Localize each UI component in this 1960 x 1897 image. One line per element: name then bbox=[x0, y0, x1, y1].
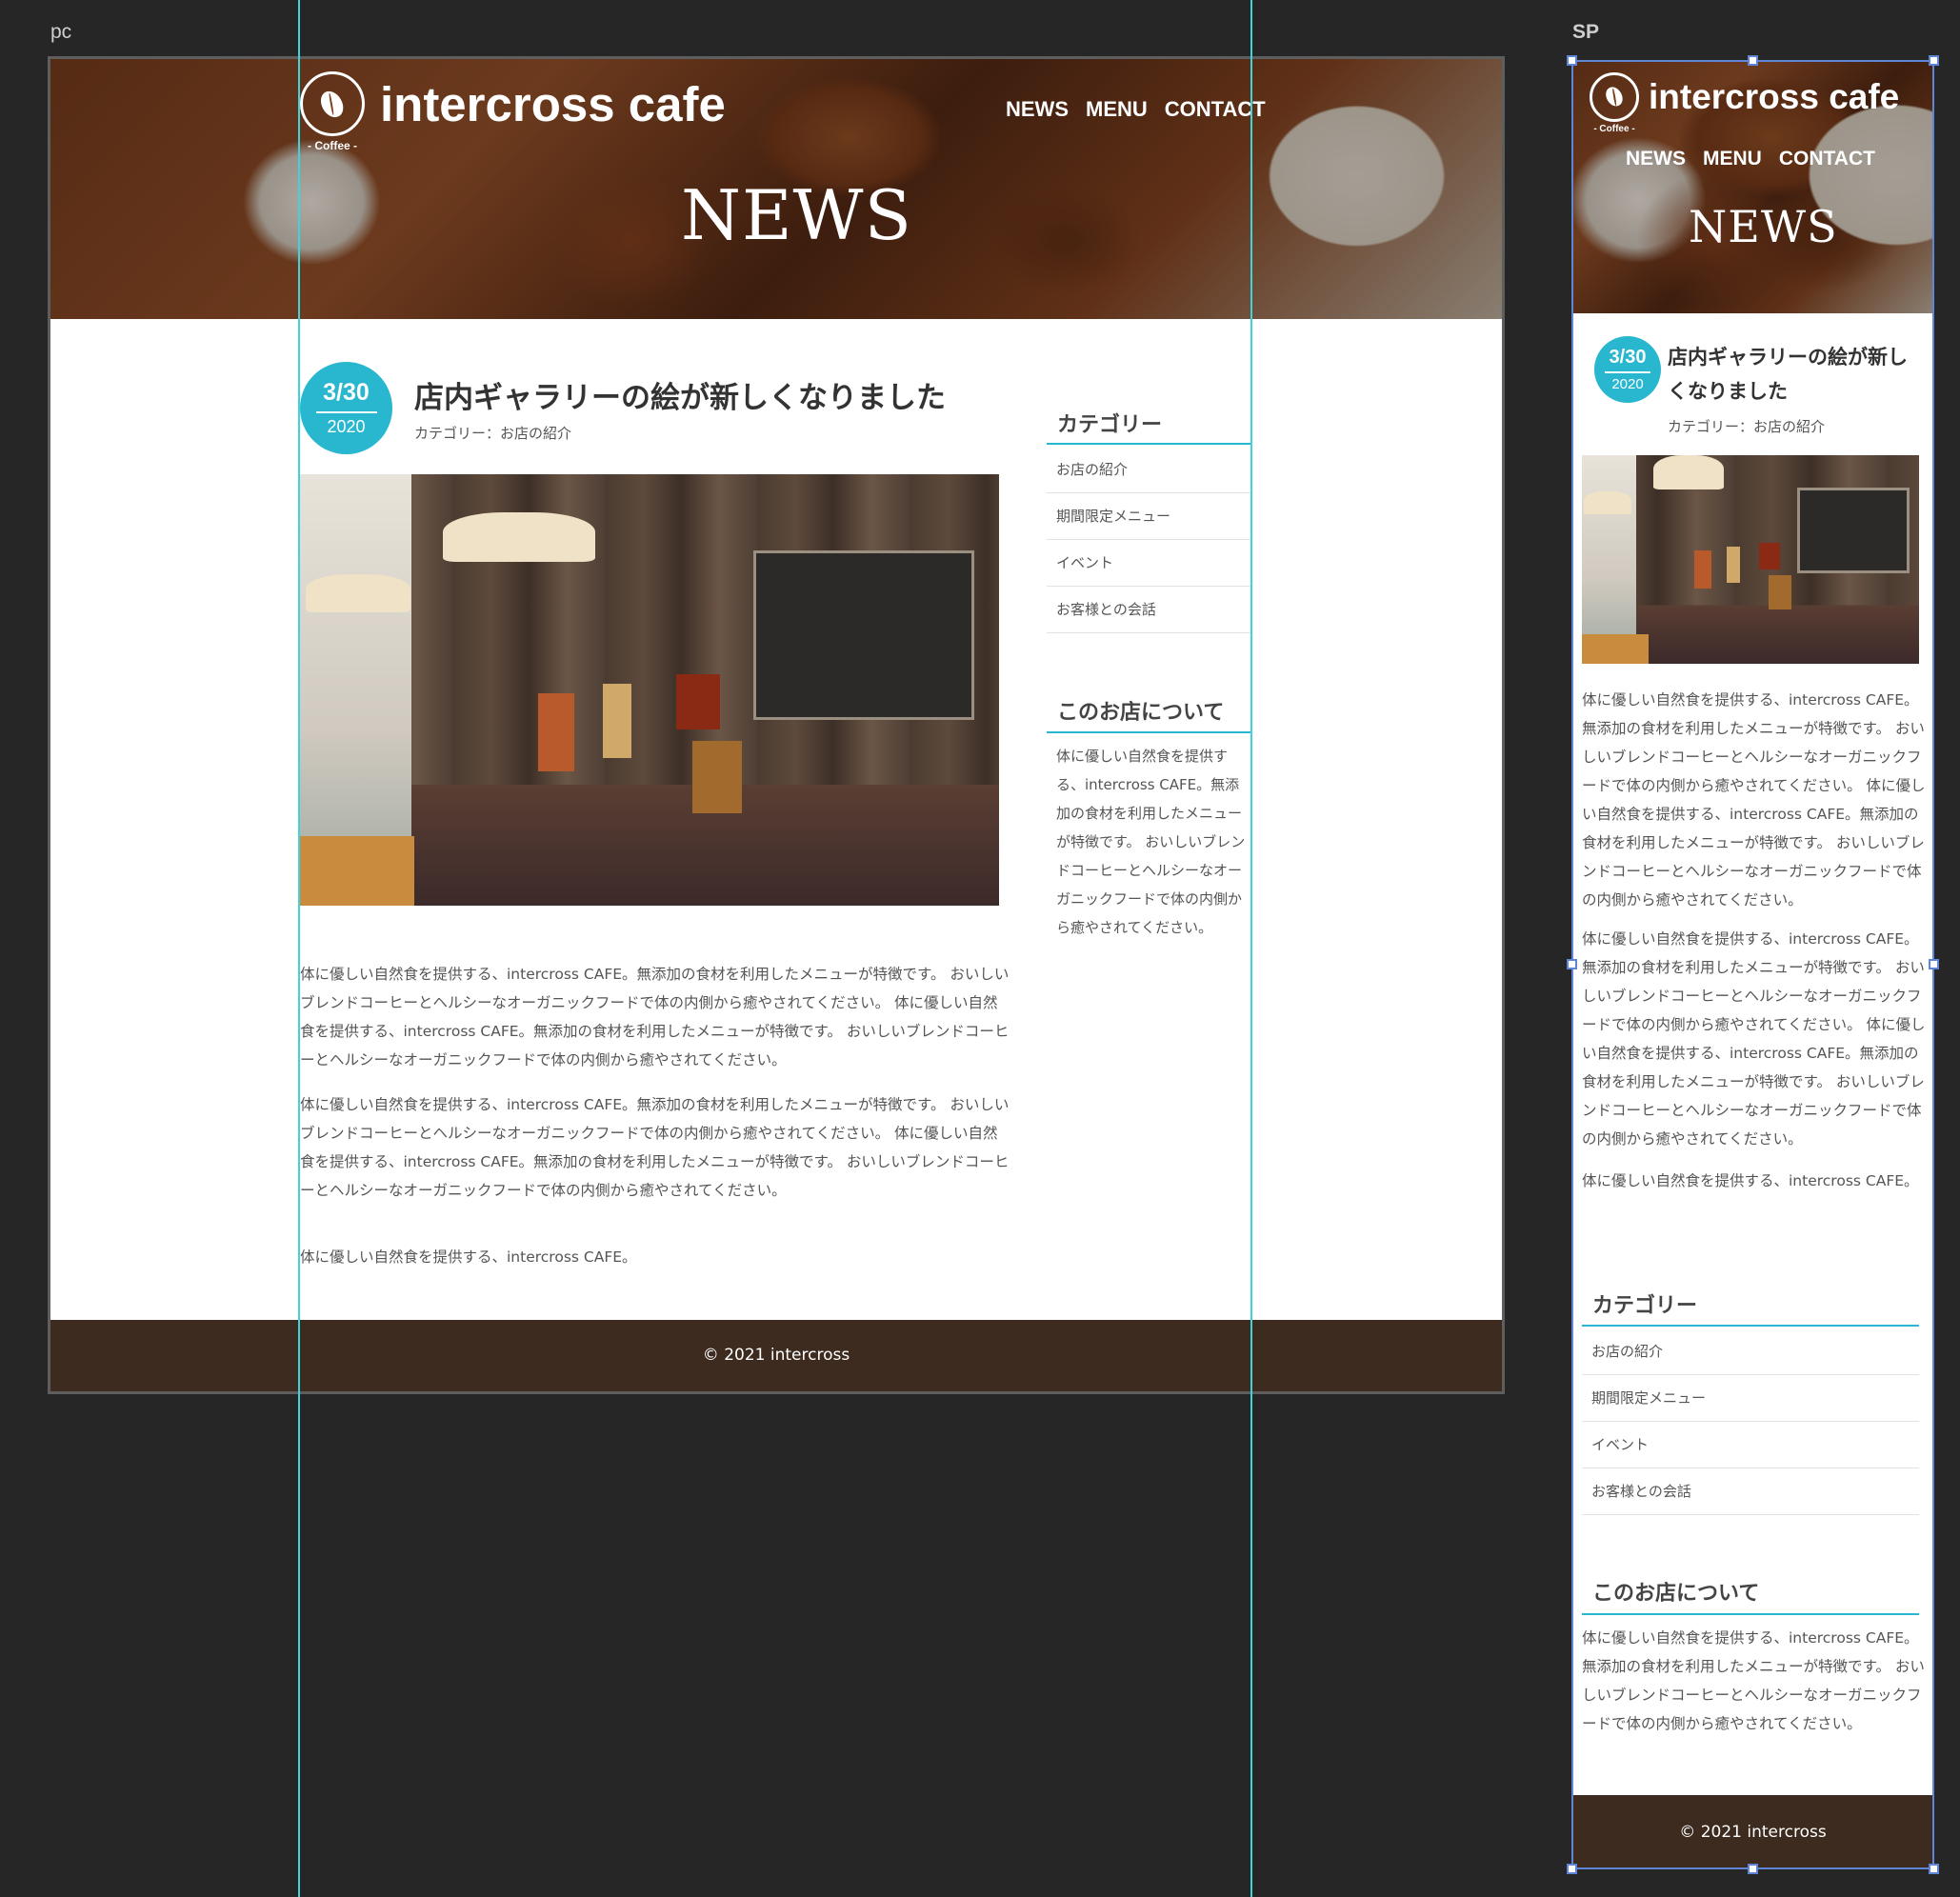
nav-news[interactable]: NEWS bbox=[1626, 148, 1686, 170]
sidebar-item-limited-menu[interactable]: 期間限定メニュー bbox=[1582, 1375, 1919, 1422]
coffee-bean-icon: - Coffee - bbox=[300, 71, 365, 152]
sidebar-category-heading: カテゴリー bbox=[1047, 408, 1252, 445]
layout-guide-left[interactable] bbox=[298, 0, 300, 1897]
site-logo[interactable]: - Coffee - intercross cafe bbox=[300, 71, 726, 152]
post-paragraph: 体に優しい自然食を提供する、intercross CAFE。 bbox=[300, 1248, 637, 1266]
post-title: 店内ギャラリーの絵が新しくなりました bbox=[1668, 345, 1908, 403]
layout-guide-right[interactable] bbox=[1250, 0, 1252, 1897]
sp-frame-label: SP bbox=[1572, 21, 1600, 43]
nav-contact[interactable]: CONTACT bbox=[1779, 148, 1875, 170]
page-title: NEWS bbox=[681, 175, 912, 255]
sidebar-category-list: お店の紹介 期間限定メニュー イベント お客様との会話 bbox=[1582, 1328, 1919, 1515]
date-year: 2020 bbox=[1611, 376, 1644, 392]
resize-handle-middle-right[interactable] bbox=[1929, 959, 1939, 969]
sidebar-about-text: 体に優しい自然食を提供する、intercross CAFE。無添加の食材を利用し… bbox=[1582, 1629, 1925, 1732]
coffee-bean-icon: - Coffee - bbox=[1590, 72, 1639, 134]
resize-handle-top-right[interactable] bbox=[1929, 55, 1939, 66]
date-month-day: 3/30 bbox=[323, 379, 370, 406]
resize-handle-middle-left[interactable] bbox=[1567, 959, 1577, 969]
post-paragraph: 体に優しい自然食を提供する、intercross CAFE。無添加の食材を利用し… bbox=[1582, 691, 1926, 909]
resize-handle-top-center[interactable] bbox=[1748, 55, 1758, 66]
resize-handle-bottom-center[interactable] bbox=[1748, 1864, 1758, 1874]
sp-hero: - Coffee - intercross cafe NEWS MENU CON… bbox=[1573, 62, 1932, 313]
date-badge: 3/30 2020 bbox=[1594, 336, 1661, 403]
sidebar-category-heading: カテゴリー bbox=[1582, 1288, 1919, 1327]
sidebar-item-conversation[interactable]: お客様との会話 bbox=[1047, 587, 1252, 633]
logo-text: intercross cafe bbox=[380, 76, 726, 131]
post-paragraph: 体に優しい自然食を提供する、intercross CAFE。無添加の食材を利用し… bbox=[1582, 930, 1926, 1148]
global-nav: NEWS MENU CONTACT bbox=[1626, 148, 1875, 170]
sp-artboard[interactable]: - Coffee - intercross cafe NEWS MENU CON… bbox=[1571, 60, 1934, 1869]
pc-hero: - Coffee - intercross cafe NEWS MENU CON… bbox=[50, 59, 1502, 319]
site-footer: © 2021 intercross bbox=[50, 1320, 1502, 1391]
logo-text: intercross cafe bbox=[1649, 77, 1900, 116]
sidebar-about-heading: このお店について bbox=[1582, 1576, 1919, 1615]
sidebar-item-shop-intro[interactable]: お店の紹介 bbox=[1047, 447, 1252, 493]
logo-subtitle: - Coffee - bbox=[308, 139, 357, 152]
sidebar-category-list: お店の紹介 期間限定メニュー イベント お客様との会話 bbox=[1047, 447, 1252, 633]
sidebar-item-event[interactable]: イベント bbox=[1047, 540, 1252, 587]
sidebar-item-shop-intro[interactable]: お店の紹介 bbox=[1582, 1328, 1919, 1375]
page-title: NEWS bbox=[1689, 201, 1838, 252]
resize-handle-top-left[interactable] bbox=[1567, 55, 1577, 66]
nav-menu[interactable]: MENU bbox=[1703, 148, 1762, 170]
post-paragraph: 体に優しい自然食を提供する、intercross CAFE。無添加の食材を利用し… bbox=[300, 966, 1010, 1068]
post-title: 店内ギャラリーの絵が新しくなりました bbox=[414, 381, 946, 415]
resize-handle-bottom-left[interactable] bbox=[1567, 1864, 1577, 1874]
sidebar-item-limited-menu[interactable]: 期間限定メニュー bbox=[1047, 493, 1252, 540]
site-logo[interactable]: - Coffee - intercross cafe bbox=[1590, 72, 1900, 134]
post-category[interactable]: カテゴリー：お店の紹介 bbox=[414, 423, 571, 443]
post-paragraph: 体に優しい自然食を提供する、intercross CAFE。無添加の食材を利用し… bbox=[300, 1096, 1010, 1199]
date-badge: 3/30 2020 bbox=[300, 362, 392, 454]
date-year: 2020 bbox=[327, 417, 366, 436]
cafe-interior-photo bbox=[1582, 455, 1919, 664]
cafe-interior-photo bbox=[300, 474, 999, 906]
resize-handle-bottom-right[interactable] bbox=[1929, 1864, 1939, 1874]
date-month-day: 3/30 bbox=[1609, 347, 1647, 368]
sidebar-about-text: 体に優しい自然食を提供する、intercross CAFE。無添加の食材を利用し… bbox=[1056, 748, 1246, 936]
nav-news[interactable]: NEWS bbox=[1006, 97, 1069, 122]
global-nav: NEWS MENU CONTACT bbox=[1006, 97, 1266, 122]
sidebar-about-heading: このお店について bbox=[1047, 695, 1252, 733]
logo-subtitle: - Coffee - bbox=[1593, 124, 1635, 134]
sidebar-item-conversation[interactable]: お客様との会話 bbox=[1582, 1468, 1919, 1515]
nav-menu[interactable]: MENU bbox=[1086, 97, 1148, 122]
pc-frame-label: pc bbox=[50, 21, 72, 43]
post-category[interactable]: カテゴリー：お店の紹介 bbox=[1668, 416, 1825, 436]
pc-artboard[interactable]: - Coffee - intercross cafe NEWS MENU CON… bbox=[48, 56, 1505, 1394]
sidebar-item-event[interactable]: イベント bbox=[1582, 1422, 1919, 1468]
post-paragraph: 体に優しい自然食を提供する、intercross CAFE。 bbox=[1582, 1172, 1919, 1189]
site-footer: © 2021 intercross bbox=[1573, 1795, 1932, 1867]
